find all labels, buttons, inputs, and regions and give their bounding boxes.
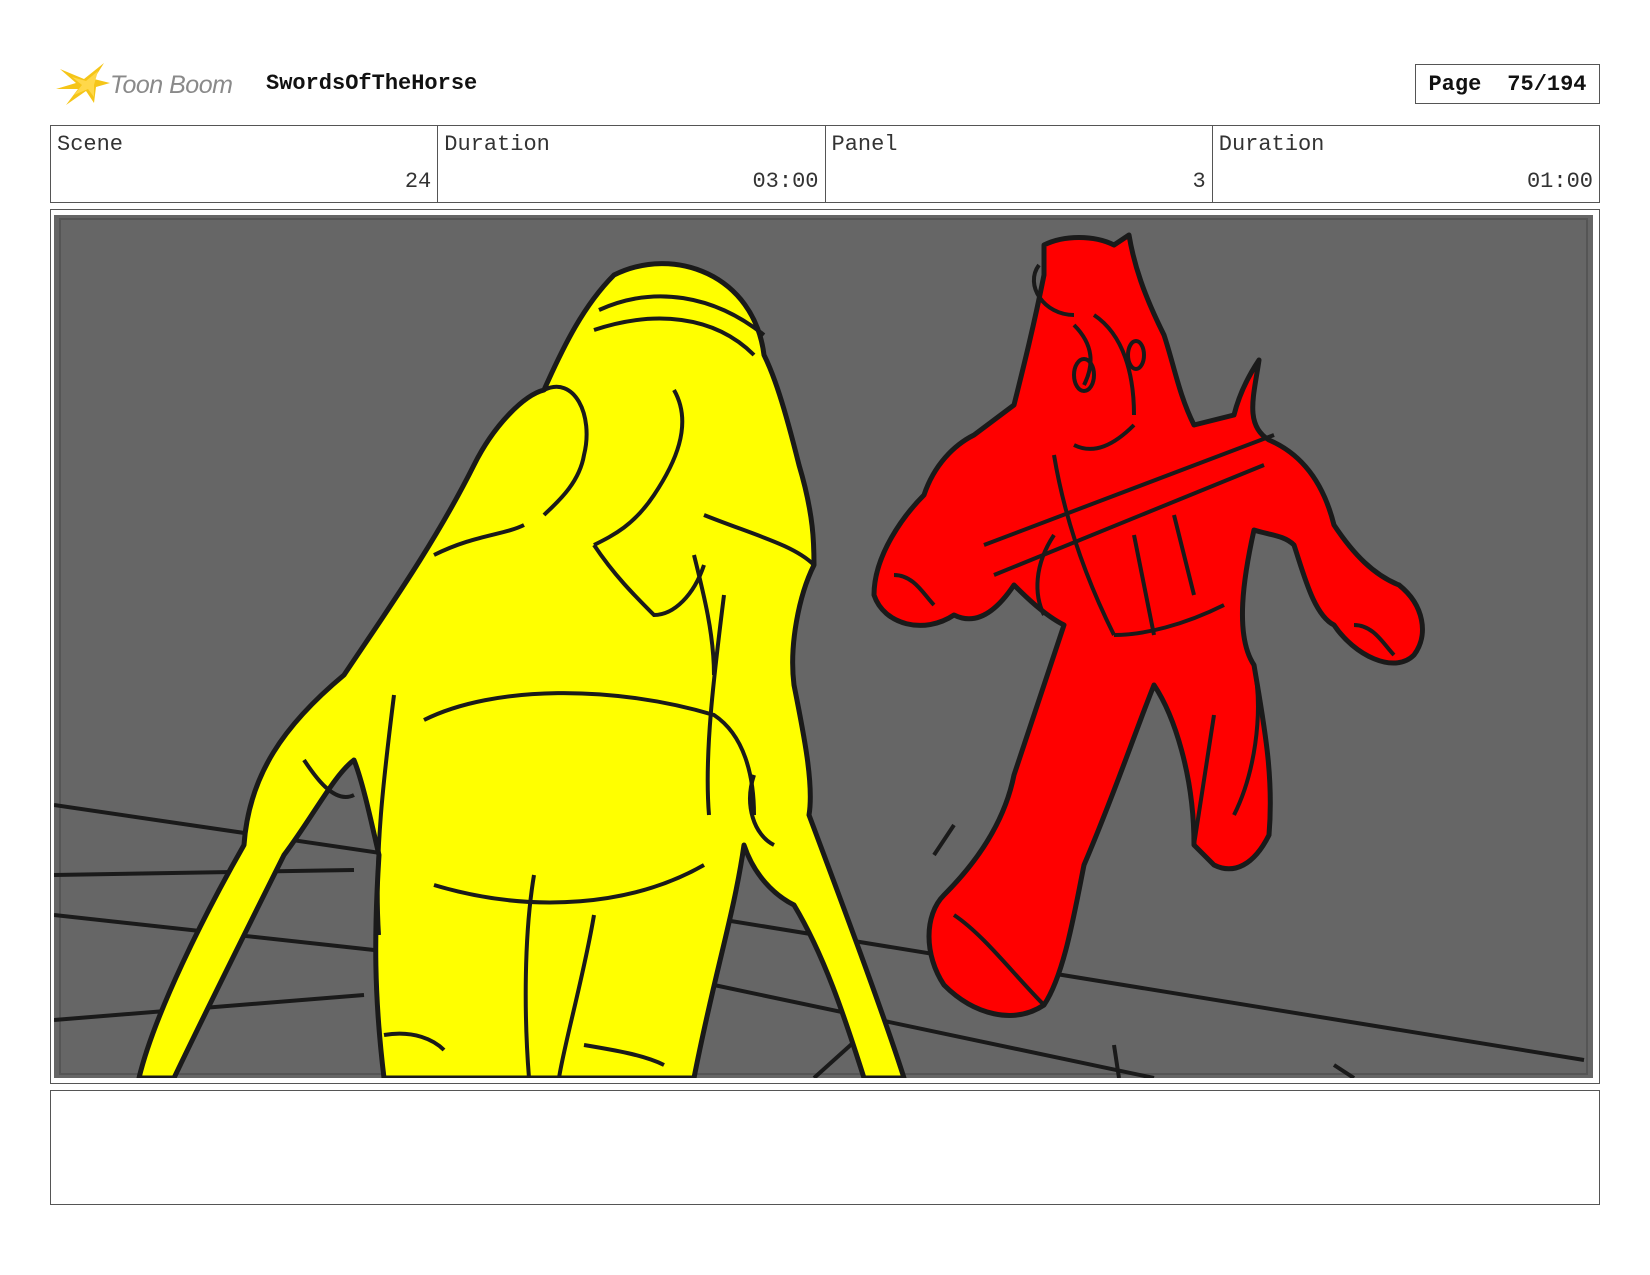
scene-duration-value: 03:00: [752, 169, 819, 194]
scene-duration-label: Duration: [444, 132, 550, 157]
panel-value: 3: [1192, 169, 1206, 194]
scene-value: 24: [404, 169, 432, 194]
scene-cell: Scene 24: [51, 126, 439, 202]
notes-box: [50, 1090, 1600, 1205]
page-label: Page: [1428, 71, 1482, 97]
page-value: 75/194: [1507, 71, 1587, 97]
scene-duration-cell: Duration 03:00: [438, 126, 826, 202]
logo-text: Toon Boom: [110, 71, 233, 99]
page-indicator: Page 75/194: [1415, 64, 1600, 104]
panel-cell: Panel 3: [826, 126, 1213, 202]
panel-duration-value: 01:00: [1526, 169, 1593, 194]
storyboard-header: Toon Boom SwordsOfTheHorse Page 75/194: [50, 55, 1600, 115]
panel-duration-label: Duration: [1218, 132, 1325, 157]
scene-info-table: Scene 24 Duration 03:00 Panel 3 Duration…: [50, 125, 1600, 203]
scene-label: Scene: [57, 132, 124, 157]
panel-label: Panel: [831, 132, 898, 157]
project-title: SwordsOfTheHorse: [266, 71, 478, 96]
panel-duration-cell: Duration 01:00: [1213, 126, 1599, 202]
toon-boom-logo: Toon Boom: [54, 59, 254, 109]
panel-drawing: [54, 215, 1593, 1078]
burst-icon: [56, 63, 110, 105]
